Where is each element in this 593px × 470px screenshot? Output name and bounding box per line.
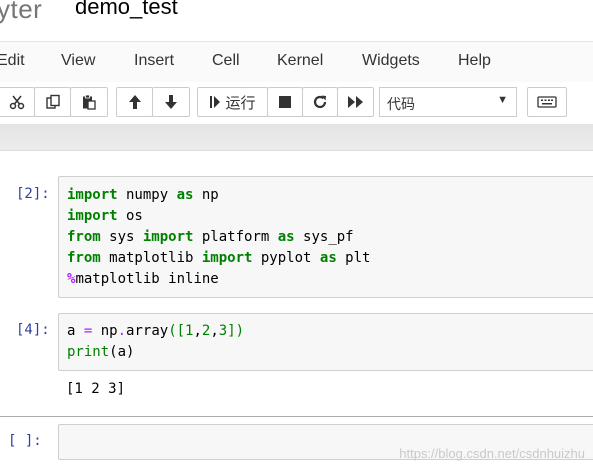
- cell-type-selected-value: 代码: [387, 96, 415, 112]
- code-line: from sys import platform as sys_pf: [67, 229, 354, 245]
- move-down-button[interactable]: [152, 87, 190, 117]
- menu-insert[interactable]: Insert: [134, 52, 174, 70]
- run-button-label: 运行: [225, 94, 256, 112]
- code-line: %matplotlib inline: [67, 271, 219, 287]
- cell-divider: [0, 416, 593, 417]
- code-cell[interactable]: [2]: import numpy as np import os from s…: [0, 176, 593, 298]
- code-line: print(a): [67, 344, 135, 360]
- code-line: from matplotlib import pyplot as plt: [67, 250, 371, 266]
- run-icon: [210, 96, 221, 108]
- fast-forward-icon: [347, 96, 363, 108]
- stop-icon: [279, 96, 291, 108]
- restart-kernel-button[interactable]: [302, 87, 338, 117]
- jupyter-logo-text[interactable]: yter: [0, 0, 42, 25]
- notebook-header: yter demo_test: [0, 0, 593, 40]
- restart-run-all-button[interactable]: [337, 87, 374, 117]
- menu-widgets[interactable]: Widgets: [362, 52, 420, 70]
- code-cell[interactable]: [4]: a = np.array([1,2,3]) print(a) [1 2…: [0, 313, 593, 409]
- cell-prompt: [4]:: [16, 322, 50, 338]
- code-line: import numpy as np: [67, 187, 219, 203]
- cell-type-select[interactable]: 代码 ▼: [379, 87, 517, 117]
- cut-icon: [9, 95, 24, 110]
- cell-prompt: [2]:: [16, 186, 50, 202]
- move-up-icon: [128, 95, 141, 109]
- menubar: Edit View Insert Cell Kernel Widgets Hel…: [0, 41, 593, 83]
- menu-cell[interactable]: Cell: [212, 52, 240, 70]
- copy-icon: [45, 94, 60, 109]
- move-up-button[interactable]: [116, 87, 153, 117]
- notebook-title[interactable]: demo_test: [75, 0, 178, 20]
- menu-kernel[interactable]: Kernel: [277, 52, 323, 70]
- dropdown-arrow-icon: ▼: [497, 94, 508, 106]
- cell-output: [1 2 3]: [66, 381, 126, 397]
- command-palette-button[interactable]: [527, 87, 567, 117]
- watermark: https://blog.csdn.net/csdnhuizhu: [399, 446, 585, 461]
- restart-icon: [313, 95, 327, 109]
- notebook-container-top-shadow: [0, 124, 593, 151]
- menu-help[interactable]: Help: [458, 52, 491, 70]
- cell-prompt: [ ]:: [8, 433, 42, 449]
- move-down-icon: [165, 95, 177, 109]
- interrupt-kernel-button[interactable]: [267, 87, 303, 117]
- cut-button[interactable]: [0, 87, 35, 117]
- copy-button[interactable]: [34, 87, 71, 117]
- keyboard-icon: [537, 96, 557, 108]
- toolbar: 运行 代码 ▼: [0, 82, 593, 124]
- paste-icon: [83, 94, 96, 110]
- code-line: import os: [67, 208, 143, 224]
- code-line: a = np.array([1,2,3]): [67, 323, 245, 339]
- code-input-area[interactable]: import numpy as np import os from sys im…: [58, 176, 593, 298]
- code-input-area[interactable]: a = np.array([1,2,3]) print(a): [58, 313, 593, 371]
- paste-button[interactable]: [70, 87, 108, 117]
- run-button[interactable]: 运行: [197, 87, 268, 117]
- menu-view[interactable]: View: [61, 52, 95, 70]
- menu-edit[interactable]: Edit: [0, 52, 25, 70]
